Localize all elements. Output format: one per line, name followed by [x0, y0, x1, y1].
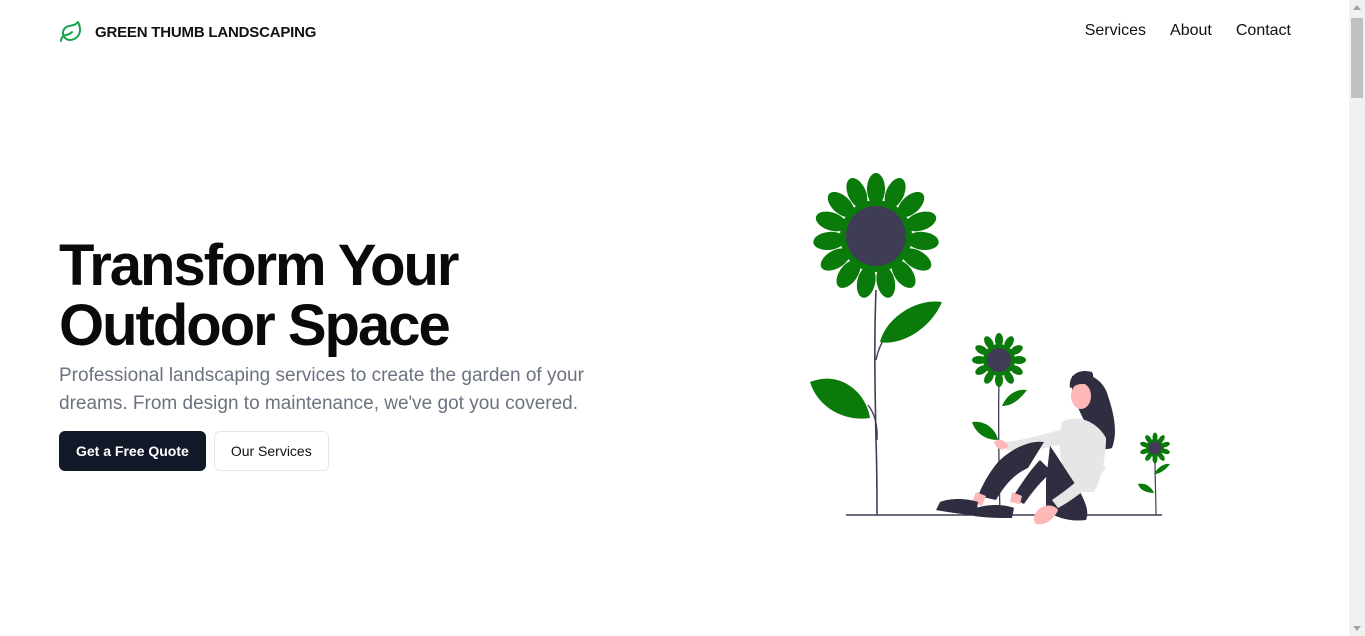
nav-link-about[interactable]: About [1170, 22, 1212, 40]
nav-link-contact[interactable]: Contact [1236, 22, 1291, 40]
woman-figure [936, 370, 1115, 525]
sunflower-large [813, 173, 939, 298]
leaf-icon [59, 20, 83, 44]
sunflower-medium [972, 333, 1026, 387]
get-free-quote-button[interactable]: Get a Free Quote [59, 431, 206, 471]
brand-name: GREEN THUMB LANDSCAPING [95, 23, 317, 41]
brand[interactable]: GREEN THUMB LANDSCAPING [59, 20, 316, 44]
scroll-up-arrow-icon[interactable] [1353, 5, 1361, 10]
main-nav: Services About Contact [1085, 22, 1291, 40]
nav-link-services[interactable]: Services [1085, 22, 1146, 40]
hero-subtitle: Professional landscaping services to cre… [59, 365, 584, 414]
our-services-button[interactable]: Our Services [213, 431, 329, 471]
site-header: GREEN THUMB LANDSCAPING Services About C… [0, 0, 1349, 64]
leaf-shape [810, 378, 870, 419]
hero-title: Transform Your Outdoor Space [59, 233, 460, 358]
hero-title-line-1: Transform Your [59, 233, 460, 298]
scrollbar-thumb[interactable] [1351, 18, 1363, 98]
vertical-scrollbar[interactable] [1349, 0, 1365, 636]
leaf-shape [880, 301, 942, 343]
sunflower-small [1140, 432, 1170, 464]
scroll-down-arrow-icon[interactable] [1353, 626, 1361, 631]
hero-actions: Get a Free Quote Our Services [59, 431, 329, 471]
landing-page: GREEN THUMB LANDSCAPING Services About C… [0, 0, 1365, 636]
hero-title-line-2: Outdoor Space [59, 293, 451, 358]
woman-with-sunflowers-illustration [800, 170, 1180, 535]
